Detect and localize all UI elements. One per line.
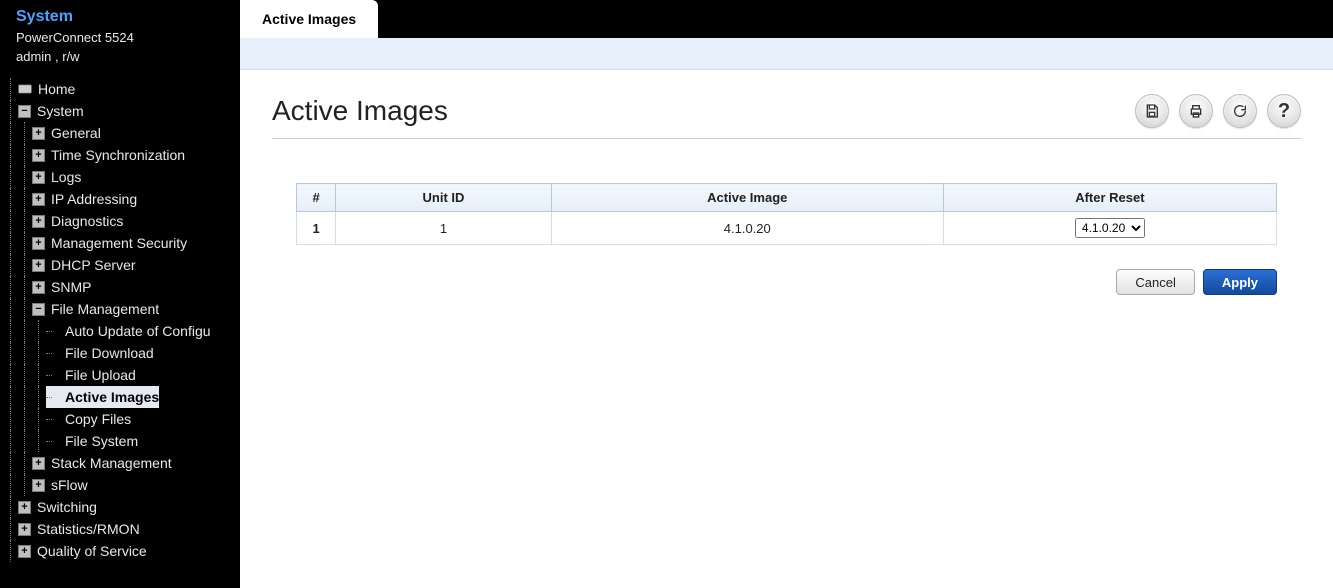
tree-file-management[interactable]: − File Management	[32, 298, 159, 320]
refresh-button[interactable]	[1223, 94, 1257, 128]
page-title: Active Images	[272, 95, 448, 127]
col-unit-id: Unit ID	[336, 184, 552, 212]
tree-file-download[interactable]: File Download	[46, 342, 154, 364]
tree-auto-update[interactable]: Auto Update of Configu	[46, 320, 211, 342]
toolbar: ?	[1135, 94, 1301, 128]
collapse-icon[interactable]: −	[18, 105, 31, 118]
tree-active-images[interactable]: Active Images	[46, 386, 159, 408]
expand-icon[interactable]: +	[32, 171, 45, 184]
active-images-table: # Unit ID Active Image After Reset 1 1 4…	[296, 183, 1277, 245]
expand-icon[interactable]: +	[32, 127, 45, 140]
tree-logs[interactable]: + Logs	[32, 166, 81, 188]
cancel-button[interactable]: Cancel	[1116, 269, 1194, 295]
tree-switching[interactable]: + Switching	[18, 496, 97, 518]
tree-diagnostics[interactable]: + Diagnostics	[32, 210, 123, 232]
tree-quality-of-service[interactable]: + Quality of Service	[18, 540, 147, 562]
tree-system[interactable]: − System	[18, 100, 84, 122]
user-access: admin , r/w	[16, 49, 224, 64]
table-row: 1 1 4.1.0.20 4.1.0.20	[297, 212, 1277, 245]
cell-active-image: 4.1.0.20	[551, 212, 943, 245]
tree-file-system[interactable]: File System	[46, 430, 138, 452]
tab-bar: Active Images	[240, 0, 1333, 38]
help-button[interactable]: ?	[1267, 94, 1301, 128]
print-button[interactable]	[1179, 94, 1213, 128]
tree-file-upload[interactable]: File Upload	[46, 364, 136, 386]
tree-copy-files[interactable]: Copy Files	[46, 408, 131, 430]
tree-ip-addressing[interactable]: + IP Addressing	[32, 188, 137, 210]
refresh-icon	[1232, 103, 1248, 119]
tab-active-images[interactable]: Active Images	[240, 0, 378, 38]
cell-unit-id: 1	[336, 212, 552, 245]
cell-num: 1	[297, 212, 336, 245]
tree-snmp[interactable]: + SNMP	[32, 276, 91, 298]
tree-sflow[interactable]: + sFlow	[32, 474, 88, 496]
cell-after-reset: 4.1.0.20	[943, 212, 1276, 245]
expand-icon[interactable]: +	[32, 237, 45, 250]
device-model: PowerConnect 5524	[16, 30, 224, 45]
expand-icon[interactable]: +	[32, 149, 45, 162]
expand-icon[interactable]: +	[32, 259, 45, 272]
sidebar-header: System PowerConnect 5524 admin , r/w	[0, 0, 240, 74]
nav-tree: Home − System + General + Time Sy	[0, 74, 240, 562]
apply-button[interactable]: Apply	[1203, 269, 1277, 295]
save-button[interactable]	[1135, 94, 1169, 128]
expand-icon[interactable]: +	[32, 479, 45, 492]
col-after-reset: After Reset	[943, 184, 1276, 212]
expand-icon[interactable]: +	[32, 457, 45, 470]
expand-icon[interactable]: +	[32, 193, 45, 206]
sidebar: System PowerConnect 5524 admin , r/w Hom…	[0, 0, 240, 588]
tree-time-sync[interactable]: + Time Synchronization	[32, 144, 185, 166]
help-icon: ?	[1278, 100, 1290, 123]
tree-home[interactable]: Home	[18, 78, 75, 100]
tree-stack-management[interactable]: + Stack Management	[32, 452, 172, 474]
expand-icon[interactable]: +	[18, 545, 31, 558]
content-area: Active Images Active Images ?	[240, 0, 1333, 588]
sub-header	[240, 38, 1333, 70]
after-reset-select[interactable]: 4.1.0.20	[1075, 218, 1145, 238]
tree-general[interactable]: + General	[32, 122, 101, 144]
collapse-icon[interactable]: −	[32, 303, 45, 316]
action-buttons: Cancel Apply	[272, 245, 1301, 295]
col-active-image: Active Image	[551, 184, 943, 212]
expand-icon[interactable]: +	[18, 501, 31, 514]
system-title: System	[16, 8, 224, 26]
page-header: Active Images ?	[272, 94, 1301, 139]
expand-icon[interactable]: +	[18, 523, 31, 536]
tree-statistics-rmon[interactable]: + Statistics/RMON	[18, 518, 140, 540]
expand-icon[interactable]: +	[32, 281, 45, 294]
save-icon	[1144, 103, 1160, 119]
expand-icon[interactable]: +	[32, 215, 45, 228]
print-icon	[1188, 103, 1204, 119]
tree-dhcp-server[interactable]: + DHCP Server	[32, 254, 136, 276]
tree-management-security[interactable]: + Management Security	[32, 232, 187, 254]
home-icon	[18, 82, 32, 96]
col-num: #	[297, 184, 336, 212]
